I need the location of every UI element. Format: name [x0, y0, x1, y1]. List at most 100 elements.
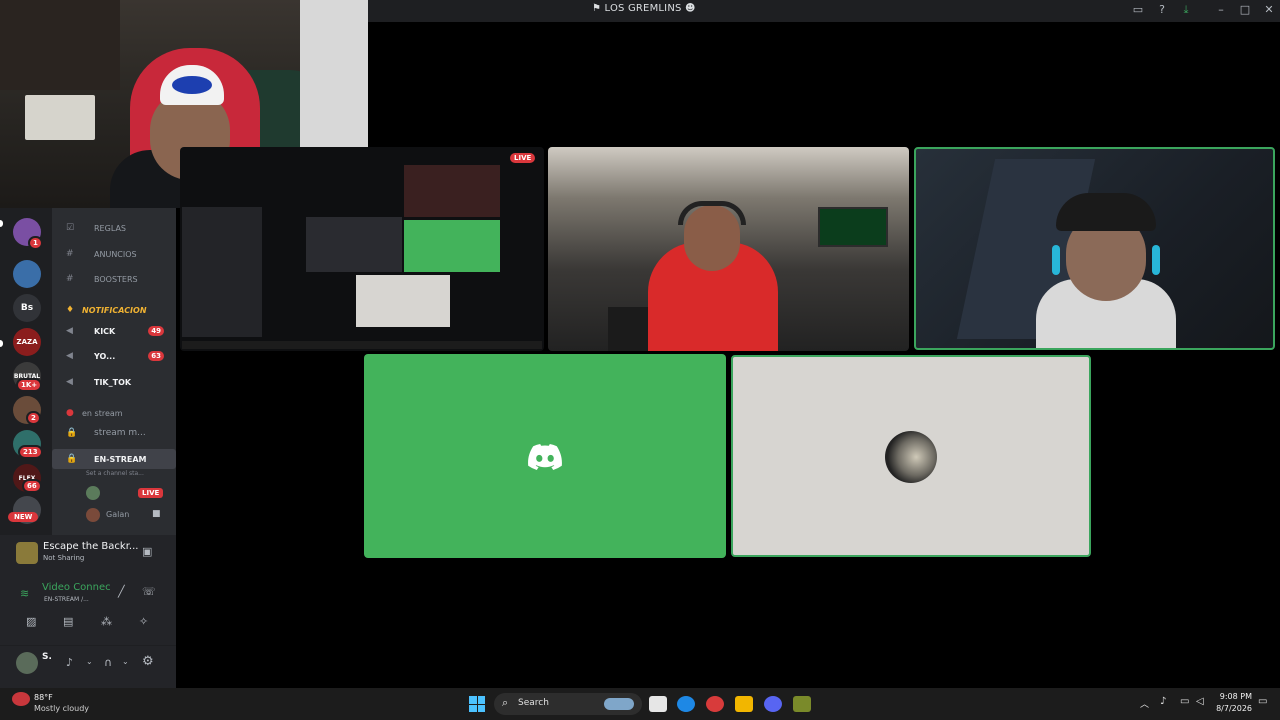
notification-icon[interactable]: ▭ [1258, 696, 1267, 707]
help-icon[interactable]: ? [1155, 3, 1169, 16]
weather-temp[interactable]: 88°F [34, 693, 53, 702]
mic-icon[interactable]: ♪ [1160, 696, 1166, 707]
weather-desc[interactable]: Mostly cloudy [34, 704, 89, 713]
voice-status[interactable]: Video Connec [42, 582, 111, 593]
avatar[interactable] [86, 486, 100, 500]
camera-tile-speaking[interactable] [914, 147, 1275, 350]
window-title: ⚑ LOS GREMLINS ☻ [592, 3, 696, 14]
channel-kick[interactable]: ◀ KICK 49 [52, 321, 176, 341]
mini-channel-list [182, 207, 262, 337]
bell-icon: ♦ [66, 305, 75, 315]
inbox-icon[interactable]: ▭ [1131, 3, 1145, 16]
megaphone-icon: ◀ [66, 377, 73, 387]
chevron-up-icon[interactable]: ︿ [1140, 697, 1149, 710]
disconnect-icon[interactable]: ☏ [142, 585, 156, 598]
headphones [678, 201, 746, 225]
noise-suppression-icon[interactable]: ╱ [118, 585, 125, 598]
lock-icon: 🔒 [66, 428, 78, 438]
avatar-tile[interactable] [731, 355, 1091, 557]
announcement-icon: # [66, 249, 74, 259]
chevron-down-icon[interactable]: ⌄ [122, 657, 129, 666]
file-explorer-icon[interactable] [735, 696, 753, 712]
screen-share-tile[interactable]: LIVE [180, 147, 544, 351]
channel-reglas[interactable]: ☑ REGLAS [52, 218, 176, 238]
channel-tiktok[interactable]: ◀ TIK_TOK [52, 372, 176, 392]
lock-icon: 🔒 [66, 454, 78, 464]
search-icon: ⌕ [502, 696, 509, 709]
mini-taskbar [182, 341, 542, 349]
game-name: Escape the Backr... [43, 541, 139, 552]
clock-date[interactable]: 8/7/2026 [1208, 704, 1252, 713]
search-highlight-icon [604, 698, 634, 710]
channel-anuncios[interactable]: # ANUNCIOS [52, 244, 176, 264]
radiator [25, 95, 95, 140]
user-avatar [885, 431, 937, 483]
camera-tile[interactable] [548, 147, 909, 351]
username[interactable]: S. [42, 652, 52, 662]
edge-icon[interactable] [677, 696, 695, 712]
discord-taskbar-icon[interactable] [764, 696, 782, 712]
megaphone-icon: ◀ [66, 326, 73, 336]
mini-tile [306, 217, 402, 272]
channel-en-stream[interactable]: 🔒 EN-STREAM [52, 449, 176, 469]
taskbar: 88°F Mostly cloudy ⌕ Search ︿ ♪ ▭ ◁ 9:08… [0, 688, 1280, 720]
game-status: Not Sharing [43, 554, 85, 562]
channel-list: ☑ REGLAS # ANUNCIOS # BOOSTERS ♦ NOTIFICACIO… [52, 200, 176, 535]
screen-share-icon[interactable]: ▤ [63, 615, 73, 628]
channel-boosters[interactable]: # BOOSTERS [52, 269, 176, 289]
cap [1056, 193, 1156, 231]
activities-icon[interactable]: ⁂ [101, 615, 112, 628]
headset-light [1052, 245, 1060, 275]
cap-logo [172, 76, 212, 94]
webcam-background [0, 0, 120, 90]
server-icon[interactable] [13, 260, 41, 288]
user-avatar[interactable] [16, 652, 38, 674]
minimize-icon[interactable]: – [1214, 3, 1228, 16]
weather-icon[interactable] [12, 692, 30, 706]
avatar[interactable] [86, 508, 100, 522]
mic-icon[interactable]: ♪ [66, 656, 73, 669]
camera-off-icon[interactable]: ▨ [26, 615, 36, 628]
new-badge[interactable]: NEW [8, 512, 39, 522]
network-icon[interactable]: ▭ [1180, 696, 1189, 707]
channel-stream-m[interactable]: 🔒 stream m... [52, 423, 176, 443]
fridge [300, 0, 368, 150]
category-en-stream[interactable]: ● en stream [52, 403, 176, 423]
game-icon [16, 542, 38, 564]
channel-status[interactable]: Set a channel sta... [86, 470, 144, 477]
server-rail: 1 Bs ZAZA BRUTAL 1K+ 2 213 FLEX 66 NEW [0, 200, 52, 535]
live-badge: LIVE [510, 153, 536, 163]
category-notificacion[interactable]: ♦ NOTIFICACION [52, 300, 176, 320]
settings-icon[interactable]: ⚙ [142, 654, 154, 669]
clock-time[interactable]: 9:08 PM [1212, 692, 1252, 701]
task-view-icon[interactable] [649, 696, 667, 712]
member-galan[interactable]: Galan [106, 510, 129, 519]
voice-channel[interactable]: EN-STREAM /... [44, 596, 89, 603]
windows-start-icon[interactable] [469, 696, 485, 712]
channel-yo[interactable]: ◀ YO... 63 [52, 346, 176, 366]
app-icon[interactable] [706, 696, 724, 712]
maximize-icon[interactable]: □ [1238, 3, 1252, 16]
chevron-down-icon[interactable]: ⌄ [86, 657, 93, 666]
live-badge: LIVE [138, 488, 164, 498]
close-icon[interactable]: ✕ [1262, 3, 1276, 16]
server-zaza[interactable]: ZAZA [13, 328, 41, 356]
dot-icon: ● [66, 408, 74, 418]
download-icon[interactable]: ⤓ [1179, 3, 1193, 17]
share-screen-icon[interactable]: ▣ [142, 545, 152, 558]
hash-icon: # [66, 274, 74, 284]
headphones-icon[interactable]: ∩ [104, 656, 112, 669]
soundboard-icon[interactable]: ✧ [139, 615, 148, 628]
search-box[interactable]: ⌕ Search [494, 693, 642, 715]
app-icon[interactable] [793, 696, 811, 712]
mini-tile [404, 220, 500, 272]
camera-icon: ■ [152, 509, 161, 519]
volume-icon[interactable]: ◁ [1196, 696, 1204, 707]
discord-logo-icon [528, 444, 562, 470]
no-video-tile[interactable] [364, 354, 726, 558]
mini-tile [356, 275, 450, 327]
server-bs[interactable]: Bs [13, 294, 41, 322]
tv-screen [818, 207, 888, 247]
signal-icon: ≋ [20, 587, 30, 600]
user-panel: S. ♪ ⌄ ∩ ⌄ ⚙ [0, 645, 176, 688]
